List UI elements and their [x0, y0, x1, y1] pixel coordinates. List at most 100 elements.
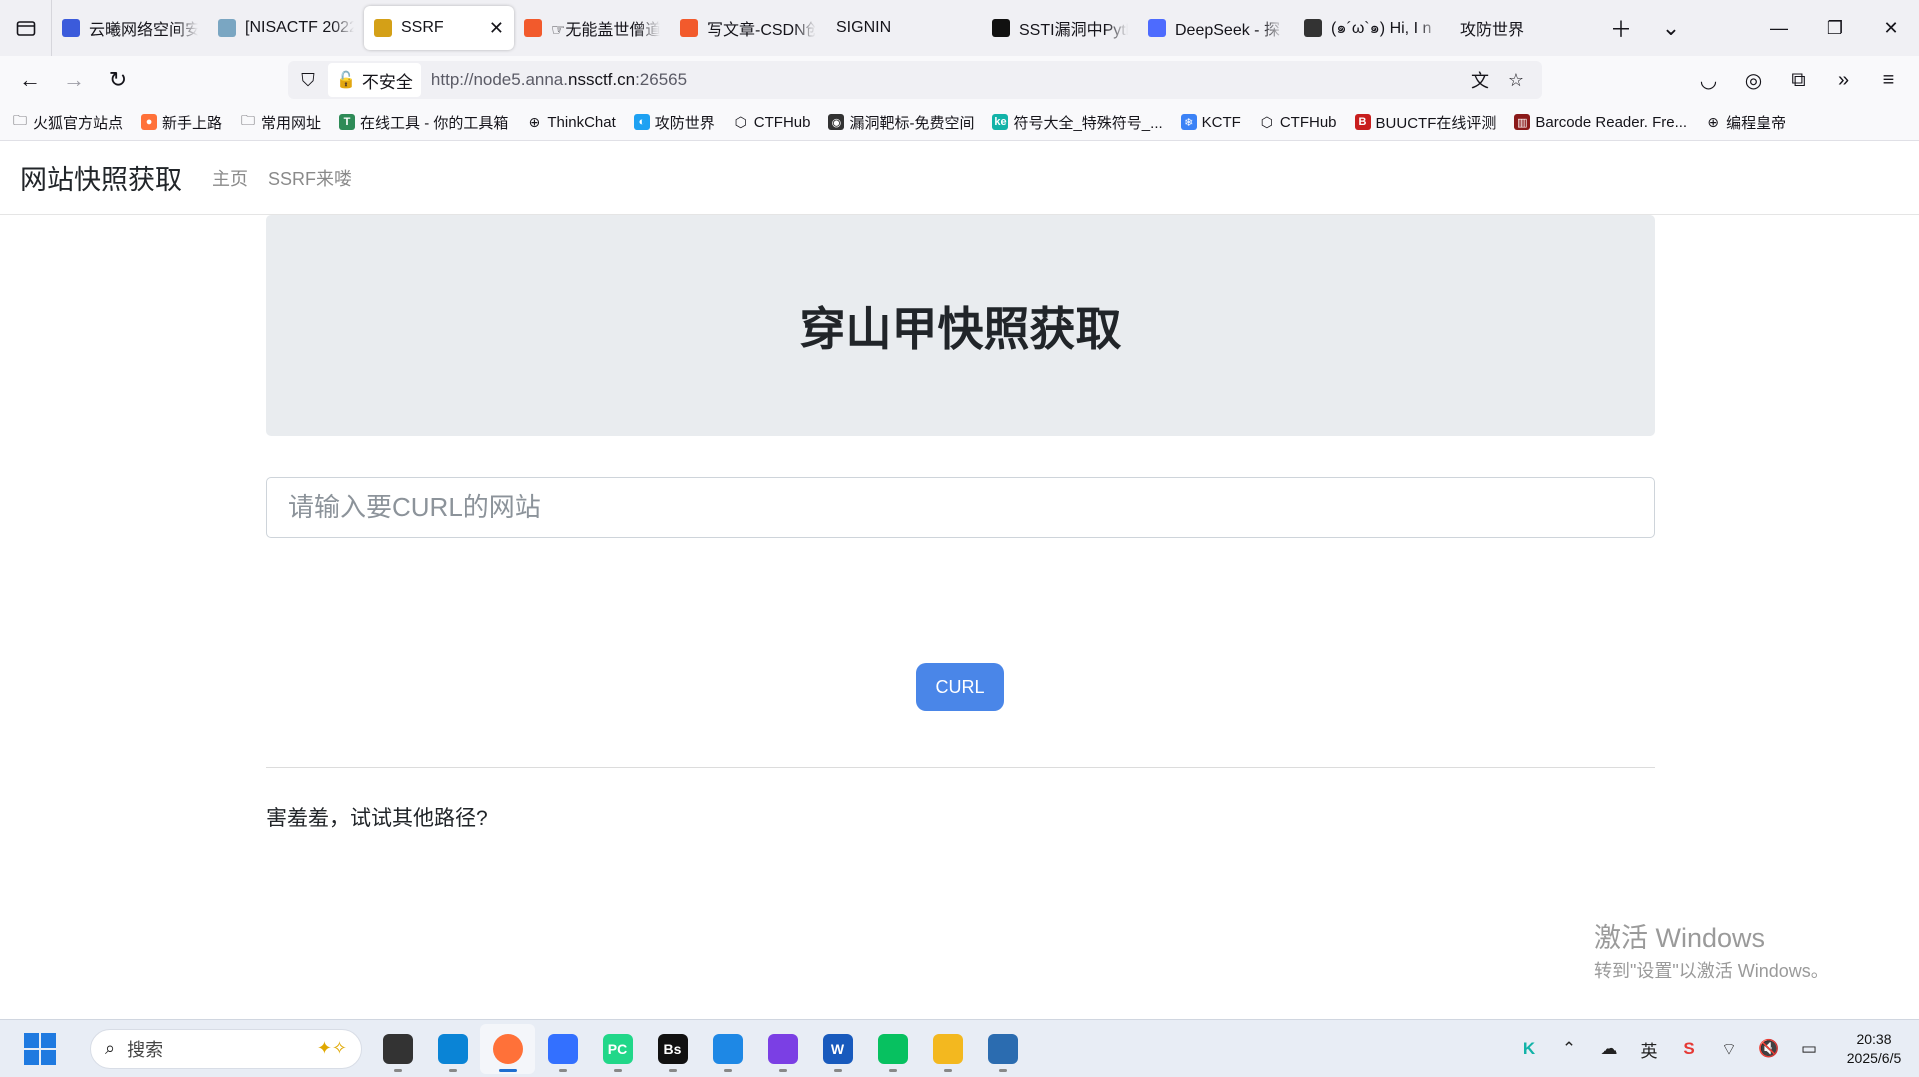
- bookmark-item[interactable]: 🗀 火狐官方站点: [12, 112, 123, 133]
- taskbar-app-button[interactable]: [865, 1024, 920, 1074]
- taskbar-app-button[interactable]: [480, 1023, 535, 1074]
- vpn-icon: [987, 1033, 1018, 1064]
- browser-tab[interactable]: (๑´ω`๑) Hi, I n: [1294, 6, 1450, 50]
- taskbar-app-button[interactable]: W: [810, 1024, 865, 1074]
- volume-muted-icon[interactable]: 🔇: [1749, 1039, 1789, 1059]
- bookmark-item[interactable]: T 在线工具 - 你的工具箱: [339, 112, 508, 133]
- running-indicator: [833, 1068, 842, 1072]
- tab-list-button[interactable]: [0, 0, 52, 56]
- visual-studio-icon: [767, 1033, 798, 1064]
- site-security-indicator[interactable]: 🔓 不安全: [328, 63, 421, 97]
- more-tools-chevron-icon[interactable]: »: [1821, 69, 1866, 92]
- browser-tab[interactable]: SSTI漏洞中Pyth: [982, 6, 1138, 50]
- taskbar-app-button[interactable]: [700, 1024, 755, 1074]
- back-button[interactable]: ←: [8, 58, 52, 102]
- nav-link-ssrf[interactable]: SSRF来喽: [268, 165, 352, 191]
- bookmark-item[interactable]: ⊕ 编程皇帝: [1705, 112, 1786, 133]
- kingsoft-tray-icon[interactable]: K: [1509, 1039, 1549, 1059]
- browser-tab[interactable]: SSRF ✕: [364, 6, 514, 50]
- running-indicator: [613, 1068, 622, 1072]
- sogou-input-icon[interactable]: S: [1669, 1039, 1709, 1059]
- word-icon: W: [822, 1033, 853, 1064]
- app-menu-hamburger-icon[interactable]: ≡: [1866, 69, 1911, 92]
- show-hidden-icons-chevron-icon[interactable]: ⌃: [1549, 1039, 1589, 1059]
- taskbar-search-box[interactable]: ⌕ 搜索 ✦✧: [90, 1028, 362, 1069]
- browser-tab[interactable]: 攻防世界: [1450, 6, 1606, 50]
- taskbar-app-button[interactable]: PC: [590, 1024, 645, 1074]
- curl-submit-button[interactable]: CURL: [916, 663, 1004, 711]
- bookmark-item[interactable]: ⊕ ThinkChat: [526, 113, 616, 131]
- wechat-icon: [877, 1033, 908, 1064]
- site-brand[interactable]: 网站快照获取: [20, 158, 182, 197]
- bookmark-star-icon[interactable]: ☆: [1498, 70, 1534, 91]
- toolbox-icon: T: [339, 114, 356, 130]
- taskbar-app-button[interactable]: [975, 1024, 1030, 1074]
- tab-favicon-icon: [374, 19, 392, 37]
- taskbar-app-button[interactable]: [755, 1024, 810, 1074]
- bookmark-label: 攻防世界: [654, 114, 715, 132]
- bookmark-item[interactable]: 🗀 常用网址: [240, 112, 321, 133]
- bookmark-item[interactable]: B BUUCTF在线评测: [1354, 112, 1496, 133]
- pinned-apps: PC Bs W: [370, 1023, 1030, 1074]
- browser-tab[interactable]: ☞无能盖世僧道: [514, 6, 670, 50]
- taskbar-app-button[interactable]: Bs: [645, 1024, 700, 1074]
- restore-icon[interactable]: ❐: [1807, 18, 1863, 39]
- running-indicator: [448, 1068, 457, 1072]
- ime-language-icon[interactable]: 英: [1629, 1037, 1669, 1062]
- list-all-tabs-chevron-icon[interactable]: ⌄: [1646, 15, 1696, 41]
- browser-tab[interactable]: [NISACTF 2022: [208, 6, 364, 50]
- wifi-icon[interactable]: ⌔: [1709, 1039, 1749, 1060]
- curl-url-input[interactable]: [266, 477, 1655, 538]
- file-explorer-icon: [932, 1033, 963, 1064]
- close-window-icon[interactable]: ✕: [1863, 18, 1919, 39]
- copilot-sparkle-icon: ✦✧: [316, 1038, 347, 1058]
- url-text[interactable]: http://node5.anna.nssctf.cn:26565: [431, 70, 687, 90]
- new-tab-icon[interactable]: ＋: [1596, 12, 1646, 44]
- running-indicator: [778, 1068, 787, 1072]
- tab-favicon-icon: [1148, 19, 1166, 37]
- minimize-icon[interactable]: —: [1751, 18, 1807, 39]
- tracking-protection-shield-icon[interactable]: ⛉: [288, 70, 328, 91]
- tab-title: DeepSeek - 探: [1175, 22, 1280, 39]
- reload-button[interactable]: ↻: [96, 58, 140, 102]
- tab-title: ☞无能盖世僧道: [551, 22, 660, 39]
- taskbar-app-button[interactable]: [920, 1024, 975, 1074]
- windows-taskbar: ⌕ 搜索 ✦✧ PC Bs W K ⌃ ☁ 英 S ⌔ 🔇 ▭ 20:38 2025…: [0, 1019, 1919, 1077]
- bookmark-item[interactable]: ❄ KCTF: [1180, 114, 1241, 131]
- onedrive-cloud-icon[interactable]: ☁: [1589, 1039, 1629, 1059]
- bookmark-label: 在线工具 - 你的工具箱: [360, 114, 509, 132]
- firefox-icon: [492, 1033, 523, 1064]
- account-icon[interactable]: ◎: [1731, 68, 1776, 93]
- close-tab-icon[interactable]: ✕: [489, 18, 504, 39]
- bookmark-item[interactable]: ke 符号大全_特殊符号_...: [992, 112, 1163, 133]
- bookmark-item[interactable]: ● 新手上路: [141, 112, 222, 133]
- browser-tab[interactable]: 云曦网络空间安: [52, 6, 208, 50]
- taskbar-clock[interactable]: 20:38 2025/6/5: [1829, 1030, 1919, 1068]
- firefox-icon: ●: [141, 114, 158, 130]
- nav-link-home[interactable]: 主页: [212, 165, 248, 191]
- bookmark-item[interactable]: ⬡ CTFHub: [733, 114, 811, 131]
- bookmark-label: ThinkChat: [547, 113, 616, 131]
- browser-tab[interactable]: DeepSeek - 探: [1138, 6, 1294, 50]
- address-bar[interactable]: ⛉ 🔓 不安全 http://node5.anna.nssctf.cn:2656…: [288, 61, 1542, 99]
- navigation-toolbar: ← → ↻ ⛉ 🔓 不安全 http://node5.anna.nssctf.c…: [0, 56, 1919, 104]
- browser-tab[interactable]: SIGNIN: [826, 6, 982, 50]
- taskbar-app-button[interactable]: [425, 1024, 480, 1074]
- tab-favicon-icon: [680, 19, 698, 37]
- bookmark-item[interactable]: ◐ 攻防世界: [633, 112, 715, 133]
- bookmark-label: 火狐官方站点: [33, 114, 124, 132]
- extensions-puzzle-icon[interactable]: ⧉: [1776, 69, 1821, 92]
- bookmark-item[interactable]: ▥ Barcode Reader. Fre...: [1514, 114, 1687, 131]
- cube-icon: ⬡: [734, 113, 747, 130]
- battery-icon[interactable]: ▭: [1789, 1039, 1829, 1059]
- pocket-icon[interactable]: ◡: [1686, 68, 1731, 93]
- forward-button[interactable]: →: [52, 58, 96, 102]
- taskbar-app-button[interactable]: [370, 1024, 425, 1074]
- translate-icon[interactable]: 文: [1462, 67, 1498, 93]
- start-button-windows-icon[interactable]: [24, 1032, 56, 1065]
- bookmark-item[interactable]: ◉ 漏洞靶标-免费空间: [828, 112, 974, 133]
- taskbar-app-button[interactable]: [535, 1024, 590, 1074]
- bookmark-item[interactable]: ⬡ CTFHub: [1259, 114, 1337, 131]
- browser-tab[interactable]: 写文章-CSDN创: [670, 6, 826, 50]
- window-controls: — ❐ ✕: [1751, 0, 1919, 56]
